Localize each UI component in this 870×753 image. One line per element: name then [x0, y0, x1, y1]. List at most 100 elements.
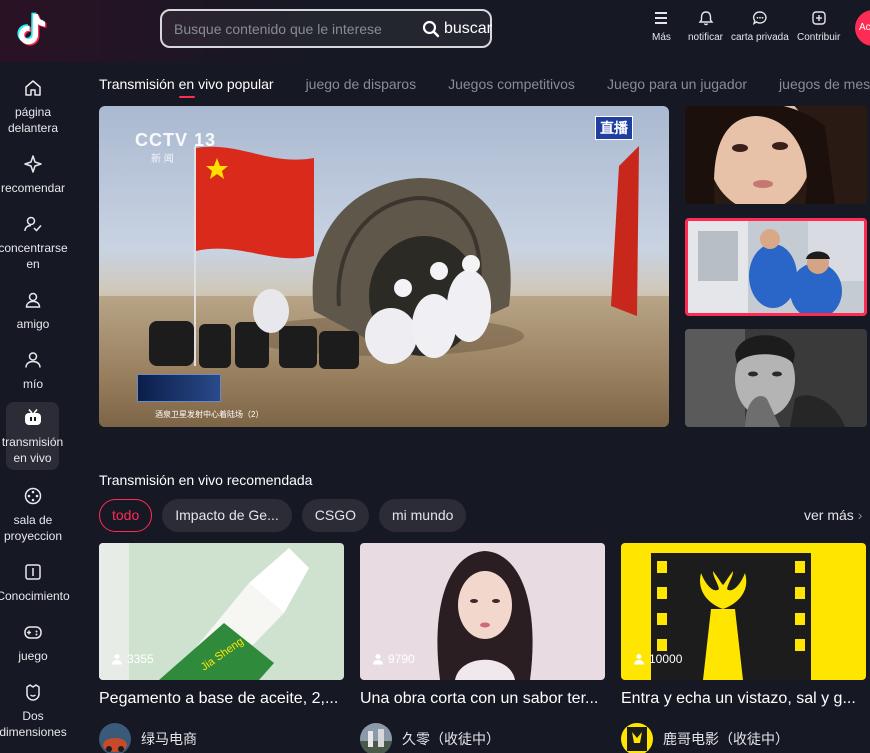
live-thumbnail-3[interactable]	[685, 329, 867, 427]
sidebar-item-label: página delantera	[7, 105, 59, 135]
sidebar-item-label: amigo	[16, 317, 50, 331]
anime-icon	[26, 684, 40, 701]
tab-single-player[interactable]: Juego para un jugador	[607, 76, 747, 92]
search-icon	[422, 20, 440, 37]
live-card-author[interactable]: 鹿哥电影（收徒中）	[621, 723, 789, 753]
viewer-icon	[112, 654, 122, 665]
viewer-count: 9790	[372, 652, 415, 666]
avatar	[99, 723, 131, 753]
chevron-right-icon: ›	[857, 507, 863, 523]
thumbnail-image	[685, 106, 867, 204]
viewer-icon	[634, 654, 644, 665]
sidebar-item-following[interactable]: concentrarse en	[0, 214, 68, 272]
recommended-section-title: Transmisión en vivo recomendada	[99, 472, 313, 488]
tab-board-games[interactable]: juegos de mesa	[779, 76, 870, 92]
menu-icon	[655, 12, 668, 24]
avatar-image	[360, 723, 392, 753]
tab-competitive-games[interactable]: Juegos competitivos	[448, 76, 575, 92]
sidebar-item-label: sala de proyeccion	[3, 513, 63, 543]
chip-genshin[interactable]: Impacto de Ge...	[162, 499, 292, 532]
tab-shooter-games[interactable]: juego de disparos	[306, 76, 417, 92]
see-more-link[interactable]: ver más ›	[804, 507, 862, 523]
channel-subtitle: 新 闻	[151, 154, 174, 165]
search-box: buscar	[160, 9, 492, 48]
friends-icon	[25, 292, 41, 308]
live-card: 10000 Entra y echa un vistazo, sal y g..…	[621, 543, 866, 753]
more-button[interactable]: Más	[652, 10, 671, 43]
home-icon	[25, 80, 41, 96]
bell-icon	[698, 11, 713, 26]
login-button[interactable]: Acceder	[855, 10, 870, 46]
sparkle-icon	[24, 155, 42, 173]
live-card-thumbnail[interactable]: Jia Sheng 3355	[99, 543, 344, 680]
sidebar-item-label: Dos dimensiones	[0, 709, 67, 739]
private-message-label: carta privada	[731, 32, 789, 43]
recommended-filter-chips: todo Impacto de Ge... CSGO mi mundo	[99, 499, 467, 532]
tiktok-logo-icon[interactable]	[14, 10, 50, 48]
live-tv-icon	[24, 408, 41, 425]
featured-live-player[interactable]: 直播 CCTV 13 新 闻 酒泉卫星发射中心着陆场（2）	[99, 106, 669, 427]
category-tabs: Transmisión en vivo popular juego de dis…	[99, 76, 870, 98]
message-icon	[752, 11, 767, 26]
picture-in-picture	[137, 374, 221, 402]
private-message-button[interactable]: carta privada	[731, 10, 789, 43]
sidebar-item-label: recomendar	[0, 181, 66, 195]
gamepad-icon	[24, 626, 42, 639]
live-thumbnail-1[interactable]	[685, 106, 867, 204]
avatar-image	[99, 723, 131, 753]
live-card-thumbnail[interactable]: 10000	[621, 543, 866, 680]
sidebar-item-anime[interactable]: Dos dimensiones	[0, 682, 67, 740]
viewer-count: 10000	[633, 652, 682, 666]
author-name: 久零（收徒中）	[402, 731, 500, 747]
live-card-title[interactable]: Una obra corta con un sabor ter...	[360, 690, 605, 708]
viewer-count-value: 10000	[649, 652, 683, 666]
author-name: 鹿哥电影（收徒中）	[663, 731, 789, 747]
film-reel-icon	[24, 487, 42, 505]
live-card: Jia Sheng 3355 Pegamento a base de aceit…	[99, 543, 344, 753]
live-card: 9790 Una obra corta con un sabor ter... …	[360, 543, 605, 753]
thumbnail-image	[685, 329, 867, 427]
book-icon	[25, 564, 41, 580]
sidebar-item-recommend[interactable]: recomendar	[0, 154, 66, 196]
chip-minecraft[interactable]: mi mundo	[378, 499, 467, 532]
thumbnail-image	[688, 221, 864, 313]
hero-caption: 酒泉卫星发射中心着陆场（2）	[155, 410, 264, 419]
contribute-button[interactable]: Contribuir	[797, 10, 840, 43]
sidebar-item-live[interactable]: transmisión en vivo	[2, 402, 63, 470]
sidebar-item-label: juego	[18, 649, 48, 663]
notify-button[interactable]: notificar	[688, 10, 723, 43]
sidebar-item-knowledge[interactable]: Conocimiento	[0, 562, 70, 604]
viewer-count-value: 3355	[127, 652, 154, 666]
sidebar-item-screening-room[interactable]: sala de proyeccion	[0, 486, 66, 544]
top-bar: buscar Más notificar carta privada Contr…	[0, 0, 870, 62]
plus-square-icon	[811, 11, 826, 25]
sidebar-item-me[interactable]: mío	[0, 350, 66, 392]
live-badge: 直播	[595, 116, 633, 140]
chip-all[interactable]: todo	[99, 499, 153, 532]
sidebar-item-friends[interactable]: amigo	[0, 290, 66, 332]
live-thumbnail-2-selected[interactable]	[685, 218, 867, 316]
live-card-author[interactable]: 绿马电商	[99, 723, 197, 753]
author-name: 绿马电商	[141, 731, 197, 747]
live-card-title[interactable]: Entra y echa un vistazo, sal y g...	[621, 690, 866, 708]
avatar-image	[621, 723, 653, 753]
sidebar-item-games[interactable]: juego	[0, 622, 66, 664]
search-input[interactable]	[174, 11, 404, 46]
live-card-author[interactable]: 久零（收徒中）	[360, 723, 500, 753]
notify-label: notificar	[688, 32, 724, 43]
search-button[interactable]: buscar	[422, 11, 492, 46]
chip-csgo[interactable]: CSGO	[301, 499, 369, 532]
sidebar-item-home[interactable]: página delantera	[0, 78, 66, 136]
viewer-icon	[373, 654, 383, 665]
viewer-count-value: 9790	[388, 652, 415, 666]
avatar	[621, 723, 653, 753]
live-card-thumbnail[interactable]: 9790	[360, 543, 605, 680]
viewer-count: 3355	[111, 652, 154, 666]
sidebar-item-label: concentrarse en	[0, 241, 68, 271]
avatar	[360, 723, 392, 753]
user-icon	[25, 352, 41, 368]
see-more-label: ver más	[804, 507, 854, 523]
sidebar-item-label: transmisión en vivo	[1, 435, 64, 465]
live-card-title[interactable]: Pegamento a base de aceite, 2,...	[99, 690, 344, 708]
tab-popular-live[interactable]: Transmisión en vivo popular	[99, 76, 274, 98]
